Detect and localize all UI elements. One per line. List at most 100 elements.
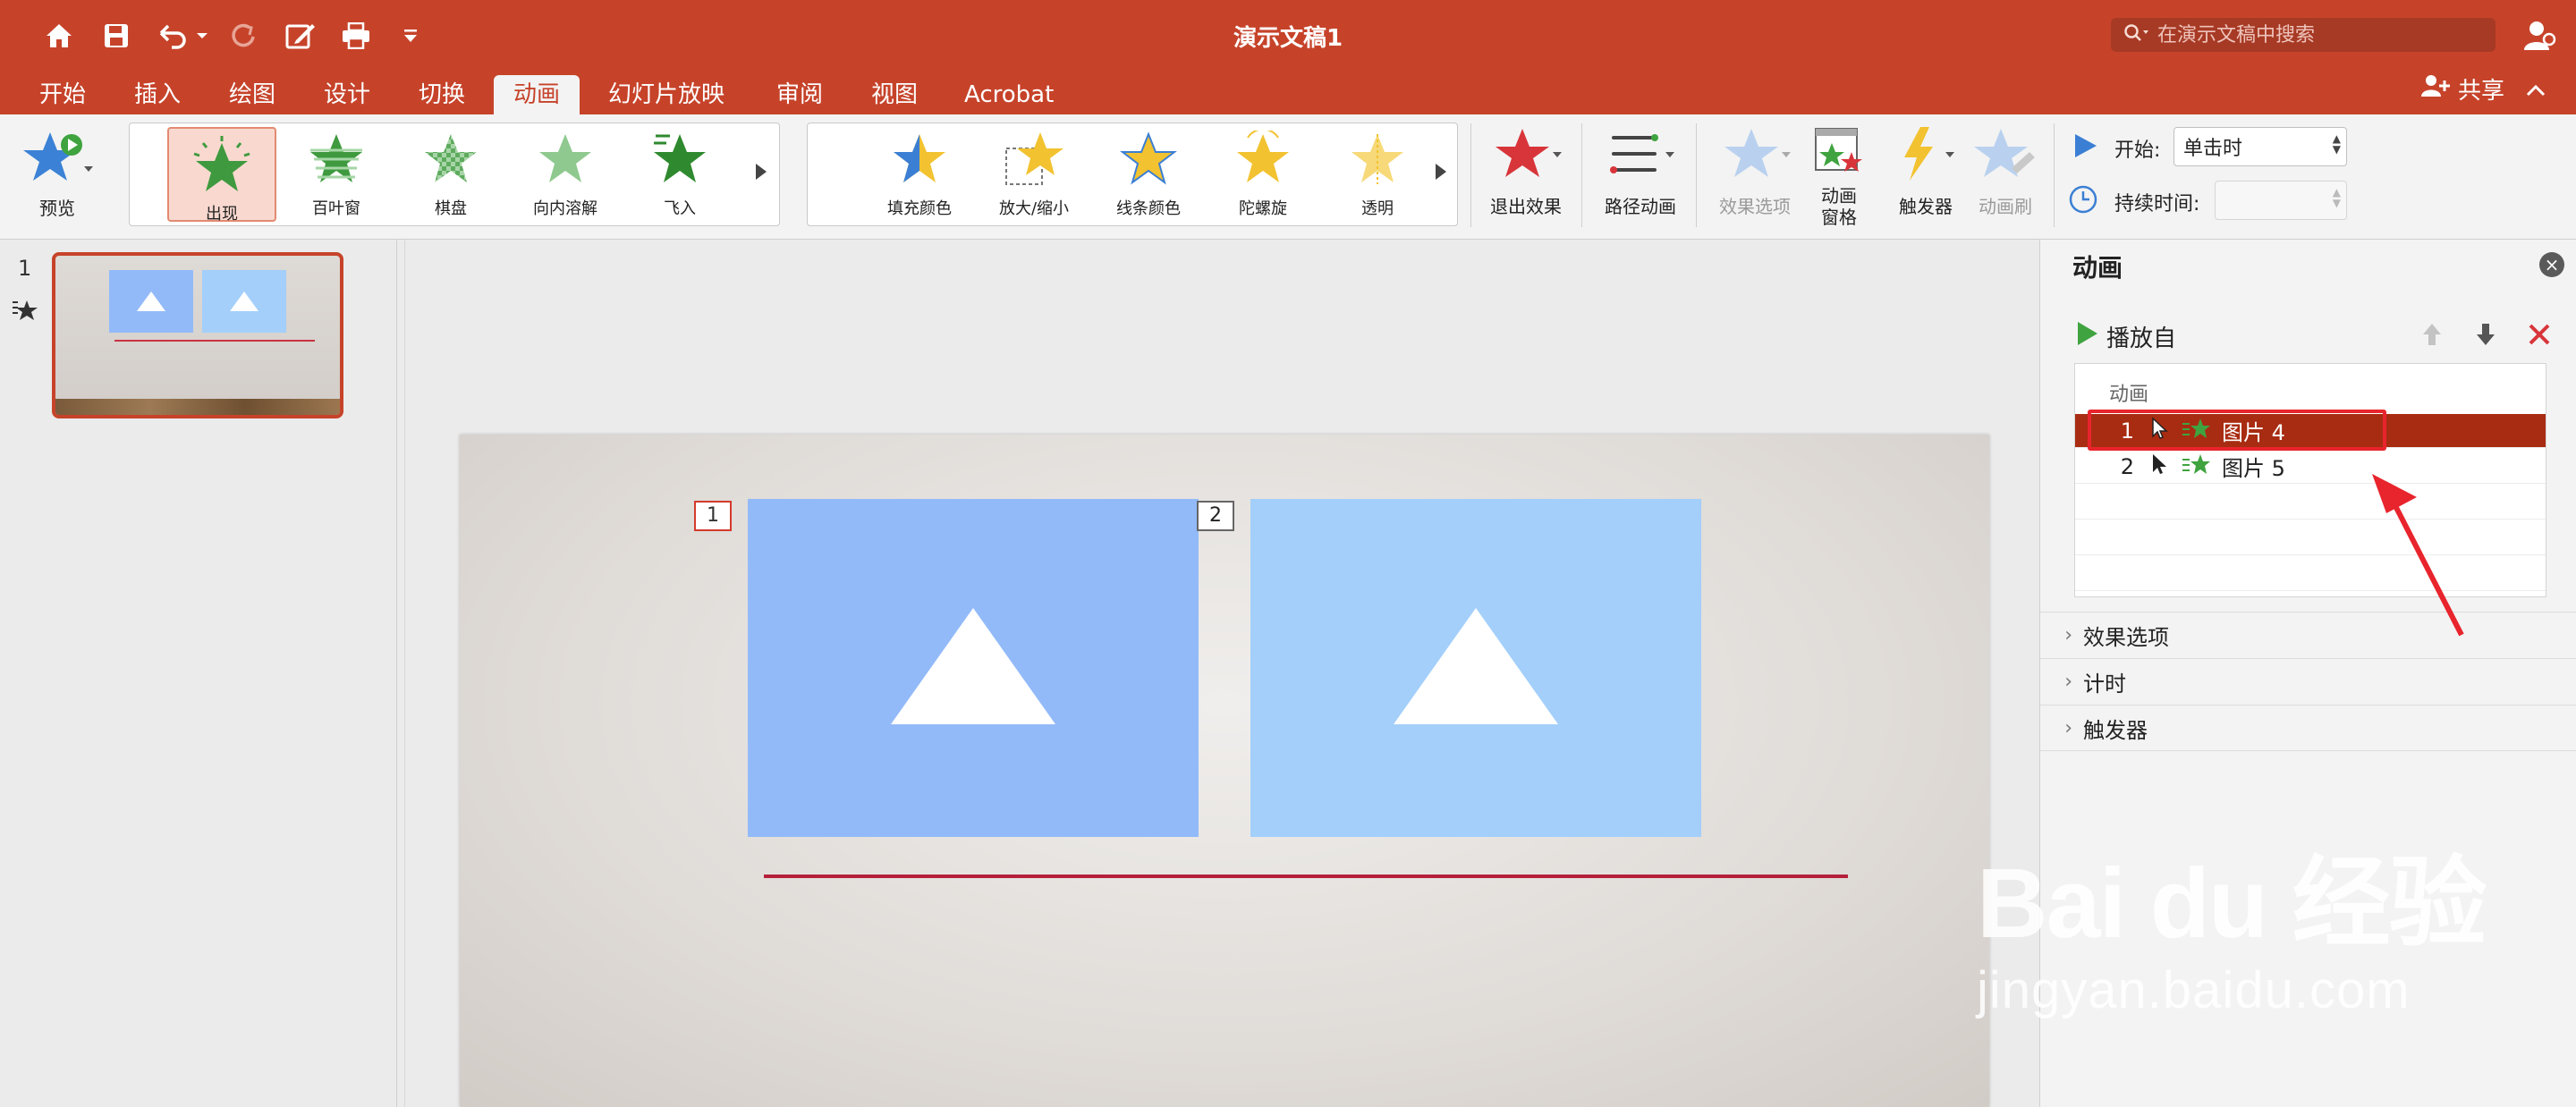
tab-acrobat[interactable]: Acrobat bbox=[950, 75, 1068, 114]
gallery-scroll-arrow-icon[interactable] bbox=[756, 164, 767, 180]
slide-thumbnail[interactable] bbox=[52, 252, 343, 418]
slide-animation-star-icon bbox=[11, 297, 38, 327]
effect-checkerboard[interactable]: 棋盘 bbox=[396, 123, 505, 220]
picture-5[interactable] bbox=[1250, 499, 1701, 837]
effect-grow-shrink[interactable]: 放大/缩小 bbox=[979, 123, 1089, 220]
path-animation-button[interactable]: 路径动画 bbox=[1594, 125, 1687, 218]
preview-star-icon bbox=[21, 127, 93, 189]
annotation-arrow-icon bbox=[2372, 474, 2464, 637]
preview-label: 预览 bbox=[39, 198, 75, 219]
delete-icon[interactable] bbox=[2525, 320, 2554, 349]
search-box[interactable] bbox=[2111, 18, 2496, 52]
tab-home[interactable]: 开始 bbox=[25, 75, 100, 114]
effect-appear[interactable]: 出现 bbox=[167, 127, 276, 224]
thumbnail-floor bbox=[55, 399, 340, 415]
home-icon[interactable] bbox=[39, 16, 79, 55]
collapse-ribbon-icon[interactable] bbox=[2522, 77, 2553, 107]
effect-label: 棋盘 bbox=[435, 199, 467, 218]
effect-blinds[interactable]: 百叶窗 bbox=[282, 123, 391, 220]
animation-pane: 动画 × 播放自 动画 1 图片 4 2 图片 5 › 效果选项 › 计时 › … bbox=[2039, 240, 2576, 1107]
effect-label: 线条颜色 bbox=[1116, 199, 1181, 218]
start-select[interactable]: 单击时 ▲ ▼ bbox=[2174, 127, 2347, 166]
customize-toolbar-icon[interactable] bbox=[397, 16, 424, 55]
effect-label: 陀螺旋 bbox=[1239, 199, 1287, 218]
ribbon-separator bbox=[1581, 123, 1582, 227]
preview-button[interactable]: 预览 bbox=[14, 127, 100, 220]
animation-target-name: 图片 5 bbox=[2222, 456, 2285, 481]
duration-label: 持续时间: bbox=[2114, 193, 2200, 215]
dissolve-star-icon bbox=[534, 131, 597, 192]
tab-view[interactable]: 视图 bbox=[857, 75, 932, 114]
share-label: 共享 bbox=[2458, 78, 2505, 105]
effect-fill-color[interactable]: 填充颜色 bbox=[865, 123, 974, 220]
section-effect-options[interactable]: › 效果选项 bbox=[2040, 612, 2576, 658]
account-icon[interactable] bbox=[2521, 18, 2556, 54]
thumbnail-line bbox=[114, 340, 315, 342]
start-label: 开始: bbox=[2114, 139, 2161, 162]
animation-tag[interactable]: 1 bbox=[694, 501, 732, 531]
section-timing[interactable]: › 计时 bbox=[2040, 658, 2576, 705]
section-triggers[interactable]: › 触发器 bbox=[2040, 705, 2576, 751]
edit-doc-icon[interactable] bbox=[281, 16, 320, 55]
tab-transitions[interactable]: 切换 bbox=[404, 75, 479, 114]
slide-thumbnails-panel: 1 bbox=[0, 240, 397, 1107]
tab-insert[interactable]: 插入 bbox=[120, 75, 195, 114]
close-icon[interactable]: × bbox=[2539, 252, 2564, 277]
undo-icon[interactable] bbox=[154, 16, 209, 55]
effect-fly-in[interactable]: 飞入 bbox=[625, 123, 734, 220]
ribbon-separator bbox=[2054, 123, 2055, 227]
animation-tag[interactable]: 2 bbox=[1197, 501, 1234, 531]
pane-title: 动画 bbox=[2072, 253, 2123, 283]
slide-line[interactable] bbox=[764, 875, 1848, 878]
chevron-right-icon: › bbox=[2064, 671, 2072, 693]
spin-star-icon bbox=[1232, 128, 1294, 192]
effect-label: 填充颜色 bbox=[887, 199, 952, 218]
effect-spin[interactable]: 陀螺旋 bbox=[1208, 123, 1318, 220]
section-label: 触发器 bbox=[2083, 717, 2148, 743]
tab-design[interactable]: 设计 bbox=[309, 75, 385, 114]
play-from-button[interactable]: 播放自 bbox=[2076, 320, 2176, 353]
animation-painter-button[interactable]: 动画刷 bbox=[1968, 125, 2043, 218]
ribbon-separator bbox=[1470, 123, 1471, 227]
trigger-button[interactable]: 触发器 bbox=[1884, 125, 1968, 218]
trigger-label: 触发器 bbox=[1899, 196, 1953, 217]
transparency-star-icon bbox=[1346, 131, 1409, 192]
effect-label: 飞入 bbox=[664, 199, 696, 218]
effect-line-color[interactable]: 线条颜色 bbox=[1094, 123, 1203, 220]
section-label: 效果选项 bbox=[2083, 625, 2169, 650]
play-icon bbox=[2076, 320, 2099, 353]
tab-slideshow[interactable]: 幻灯片放映 bbox=[594, 75, 739, 114]
search-input[interactable] bbox=[2157, 23, 2496, 46]
ribbon-separator bbox=[1696, 123, 1697, 227]
ribbon-tabs: 开始 插入 绘图 设计 切换 动画 幻灯片放映 审阅 视图 Acrobat 共享 bbox=[0, 68, 2576, 114]
tab-review[interactable]: 审阅 bbox=[762, 75, 837, 114]
fly-in-star-icon bbox=[648, 131, 711, 192]
path-animation-label: 路径动画 bbox=[1605, 196, 1676, 217]
effect-label: 放大/缩小 bbox=[998, 199, 1070, 218]
share-button[interactable]: 共享 bbox=[2420, 72, 2504, 111]
effect-dissolve-in[interactable]: 向内溶解 bbox=[511, 123, 620, 220]
move-down-icon[interactable] bbox=[2471, 320, 2500, 349]
print-icon[interactable] bbox=[336, 16, 376, 55]
triangle-shape bbox=[891, 608, 1055, 724]
gallery-scroll-arrow-icon[interactable] bbox=[1436, 164, 1446, 180]
effect-options-button[interactable]: 效果选项 bbox=[1708, 125, 1801, 218]
list-header: 动画 bbox=[2109, 384, 2149, 406]
redo-icon[interactable] bbox=[225, 16, 261, 55]
slide-canvas[interactable]: 1 2 bbox=[460, 435, 1989, 1107]
move-up-icon[interactable] bbox=[2418, 320, 2446, 349]
tab-animations[interactable]: 动画 bbox=[494, 75, 580, 114]
picture-4[interactable] bbox=[748, 499, 1199, 837]
exit-effects-button[interactable]: 退出效果 bbox=[1479, 125, 1572, 218]
save-icon[interactable] bbox=[97, 16, 136, 55]
animation-pane-button[interactable]: 动画 窗格 bbox=[1801, 125, 1877, 228]
stepper-arrows-icon: ▲ ▼ bbox=[2332, 186, 2341, 209]
panel-divider[interactable] bbox=[404, 240, 405, 1107]
animations-ribbon: 预览 出现 百叶窗 棋盘 向内溶解 飞入 填充颜色 放大/缩小 线条颜色 陀螺旋… bbox=[0, 114, 2576, 240]
blinds-star-icon bbox=[305, 131, 368, 192]
effect-label: 向内溶解 bbox=[533, 199, 597, 218]
chevron-right-icon: › bbox=[2064, 716, 2072, 739]
duration-input[interactable]: ▲ ▼ bbox=[2215, 181, 2347, 220]
effect-transparency[interactable]: 透明 bbox=[1323, 123, 1432, 220]
tab-draw[interactable]: 绘图 bbox=[215, 75, 290, 114]
